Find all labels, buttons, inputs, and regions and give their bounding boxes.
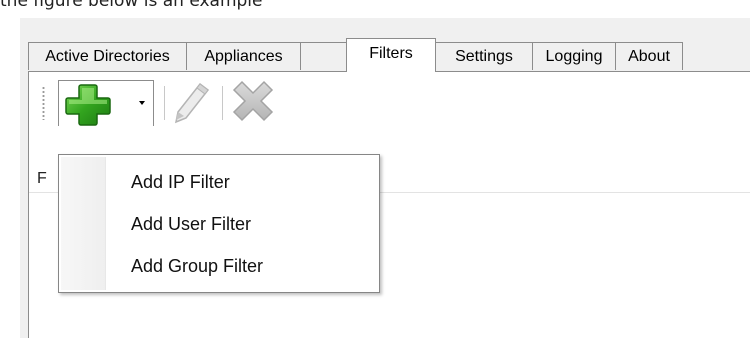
menu-item-add-user-filter[interactable]: Add User Filter <box>61 205 377 243</box>
toolbar-separator <box>164 86 165 120</box>
tab-settings[interactable]: Settings <box>435 42 533 70</box>
tab-about[interactable]: About <box>615 42 683 70</box>
menu-item-add-group-filter[interactable]: Add Group Filter <box>61 247 377 285</box>
tab-active-directories[interactable]: Active Directories <box>28 42 187 70</box>
caption-text: the figure below is an example <box>0 0 263 11</box>
green-plus-icon <box>65 84 111 126</box>
tab-gap <box>301 42 346 70</box>
column-header[interactable]: F <box>37 170 47 188</box>
edit-filter-button[interactable] <box>170 80 220 124</box>
tab-appliances[interactable]: Appliances <box>186 42 301 70</box>
toolbar-separator <box>222 86 223 120</box>
tab-filters[interactable]: Filters <box>346 38 436 72</box>
chevron-down-icon[interactable] <box>139 101 145 105</box>
add-filter-menu: Add IP Filter Add User Filter Add Group … <box>58 154 380 293</box>
delete-filter-button[interactable] <box>226 80 280 124</box>
add-filter-split-button[interactable] <box>58 80 154 126</box>
menu-item-add-ip-filter[interactable]: Add IP Filter <box>61 163 377 201</box>
filters-toolbar <box>36 78 750 126</box>
pencil-icon <box>174 82 210 124</box>
tab-logging[interactable]: Logging <box>532 42 616 70</box>
x-delete-icon <box>232 80 274 122</box>
toolbar-grip[interactable] <box>42 86 45 120</box>
